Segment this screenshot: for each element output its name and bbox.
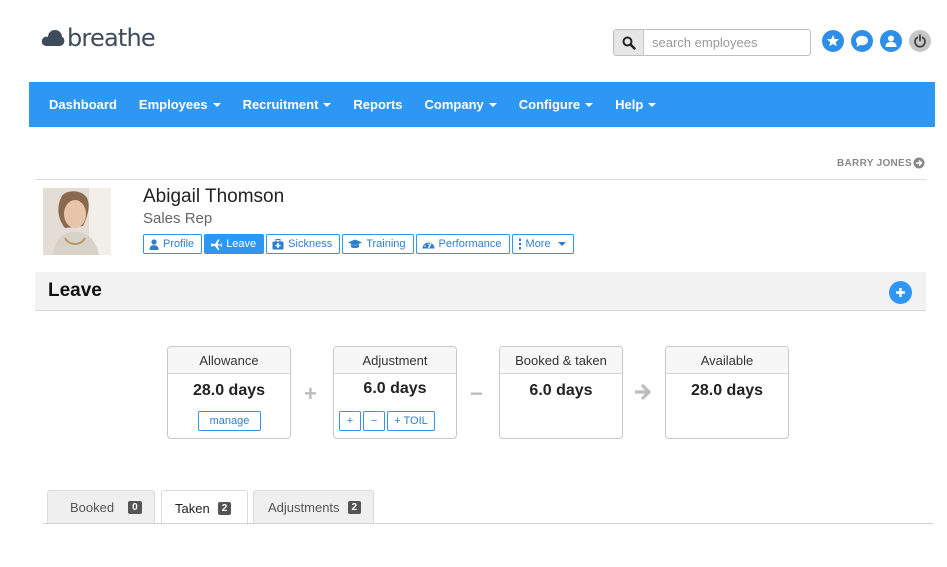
employee-role: Sales Rep — [143, 210, 213, 227]
allowance-value: 28.0 days — [192, 382, 266, 399]
subtract-adjustment-button[interactable]: − — [363, 411, 385, 431]
nav-recruitment[interactable]: Recruitment — [243, 97, 332, 112]
card-label: Adjustment — [334, 347, 456, 374]
graduation-cap-icon — [348, 239, 363, 249]
nav-help[interactable]: Help — [615, 97, 657, 112]
count-badge: 2 — [217, 501, 232, 515]
add-toil-button[interactable]: + TOIL — [387, 411, 435, 431]
arrow-right-icon — [635, 384, 651, 400]
search-box — [613, 29, 811, 56]
leave-section-header: Leave — [35, 272, 926, 311]
nav-company[interactable]: Company — [425, 97, 497, 112]
header-icons — [822, 30, 931, 52]
nav-configure[interactable]: Configure — [519, 97, 594, 112]
card-label: Available — [666, 347, 788, 374]
medkit-icon — [272, 238, 284, 249]
nav-dashboard[interactable]: Dashboard — [49, 97, 117, 112]
brand-logo[interactable]: breathe — [41, 24, 156, 52]
tab-more[interactable]: More — [511, 234, 574, 254]
tabs-divider — [43, 523, 933, 524]
add-leave-button[interactable] — [889, 281, 912, 304]
nav-reports[interactable]: Reports — [353, 97, 402, 112]
power-icon[interactable] — [909, 30, 931, 52]
tab-training[interactable]: Training — [342, 234, 414, 254]
header-divider — [35, 179, 926, 180]
count-badge: 2 — [347, 501, 362, 514]
ellipsis-vertical-icon — [518, 238, 521, 250]
employee-tabs: Profile Leave Sickness Training Performa… — [143, 234, 574, 254]
adjustment-value: 6.0 days — [363, 380, 427, 397]
tab-booked[interactable]: Booked 0 — [47, 490, 155, 524]
tab-taken[interactable]: Taken 2 — [161, 490, 249, 525]
arrow-circle-right-icon — [913, 157, 925, 169]
chat-icon[interactable] — [851, 30, 873, 52]
booked-taken-card: Booked & taken 6.0 days — [499, 346, 623, 439]
search-button[interactable] — [614, 30, 644, 55]
available-value: 28.0 days — [690, 382, 764, 399]
available-card: Available 28.0 days — [665, 346, 789, 439]
caret-down-icon — [648, 102, 657, 107]
caret-down-icon — [212, 102, 221, 107]
plane-icon — [211, 239, 223, 250]
nav-employees[interactable]: Employees — [139, 97, 221, 112]
plus-operator: + — [304, 381, 317, 406]
adjustment-card: Adjustment 6.0 days + − + TOIL — [333, 346, 457, 439]
caret-down-icon — [585, 102, 594, 107]
card-label: Booked & taken — [500, 347, 622, 374]
add-adjustment-button[interactable]: + — [339, 411, 361, 431]
tab-performance[interactable]: Performance — [415, 234, 510, 254]
user-icon[interactable] — [880, 30, 902, 52]
allowance-card: Allowance 28.0 days manage — [167, 346, 291, 439]
search-icon — [622, 36, 636, 50]
dashboard-icon — [422, 242, 435, 248]
section-title: Leave — [48, 280, 102, 301]
caret-down-icon — [323, 102, 332, 107]
caret-down-icon — [557, 242, 566, 246]
brand-name: breathe — [67, 24, 156, 52]
user-icon — [149, 238, 159, 250]
card-label: Allowance — [168, 347, 290, 374]
cloud-icon — [41, 30, 65, 46]
manage-button[interactable]: manage — [198, 411, 261, 431]
avatar — [43, 188, 111, 255]
booked-taken-value: 6.0 days — [529, 382, 593, 399]
plus-icon — [896, 288, 905, 297]
count-badge: 0 — [128, 501, 142, 514]
tab-adjustments[interactable]: Adjustments 2 — [253, 490, 375, 524]
current-user-link[interactable]: BARRY JONES — [837, 157, 925, 169]
minus-operator: − — [470, 381, 483, 406]
tab-profile[interactable]: Profile — [143, 234, 203, 254]
main-nav: Dashboard Employees Recruitment Reports … — [29, 82, 935, 127]
star-icon[interactable] — [822, 30, 844, 52]
adjustment-buttons: + − + TOIL — [339, 411, 435, 431]
employee-name: Abigail Thomson — [143, 186, 285, 207]
tab-leave[interactable]: Leave — [204, 234, 265, 254]
search-input[interactable] — [644, 30, 804, 55]
tab-sickness[interactable]: Sickness — [266, 234, 341, 254]
caret-down-icon — [488, 102, 497, 107]
